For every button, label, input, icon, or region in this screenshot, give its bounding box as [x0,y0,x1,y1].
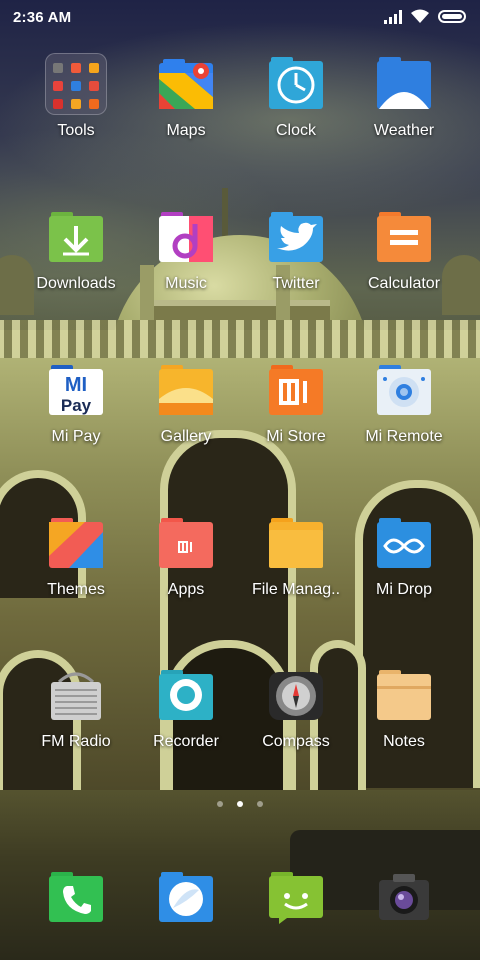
recorder-icon [159,670,213,720]
wifi-icon [411,9,429,23]
calculator-icon [377,212,431,262]
app-label: Twitter [272,275,320,292]
status-time: 2:36 AM [13,9,72,26]
app-compass[interactable]: Compass [241,664,351,774]
compass-icon [269,672,323,720]
camera-icon [379,874,429,920]
mi-drop-icon [377,518,431,568]
app-label: Gallery [160,428,212,445]
app-label: Recorder [153,733,219,750]
twitter-icon [269,212,323,262]
dock-browser[interactable] [131,866,241,936]
file-manager-icon [269,518,323,568]
app-mi-pay[interactable]: MI Pay Mi Pay [21,359,131,469]
tools-folder-icon [45,53,107,115]
app-apps[interactable]: Apps [131,512,241,622]
app-recorder[interactable]: Recorder [131,664,241,774]
app-notes[interactable]: Notes [349,664,459,774]
app-clock[interactable]: Clock [241,53,351,163]
app-maps[interactable]: Maps [131,53,241,163]
downloads-icon [49,212,103,262]
app-weather[interactable]: Weather [349,53,459,163]
mi-pay-icon: MI Pay [49,365,103,415]
app-label: Mi Remote [365,428,443,445]
weather-icon [377,57,431,109]
app-mi-drop[interactable]: Mi Drop [349,512,459,622]
app-file-manager[interactable]: File Manag.. [241,512,351,622]
app-label: FM Radio [41,733,111,750]
maps-icon [159,59,213,109]
phone-icon [49,872,103,922]
dock-messaging[interactable] [241,866,351,936]
app-downloads[interactable]: Downloads [21,206,131,316]
gallery-icon [159,365,213,415]
app-twitter[interactable]: Twitter [241,206,351,316]
app-music[interactable]: Music [131,206,241,316]
app-label: Maps [166,122,206,139]
app-label: Clock [275,122,316,139]
page-dot-active[interactable] [237,801,243,807]
music-icon [159,212,213,262]
battery-icon [438,10,466,23]
svg-text:MI: MI [65,374,87,396]
mi-remote-icon [377,365,431,415]
messaging-icon [269,872,323,924]
app-label: Notes [383,733,425,750]
app-label: Music [165,275,207,292]
themes-icon [49,518,103,568]
app-label: Mi Drop [375,581,432,598]
dock-camera[interactable] [349,866,459,936]
fm-radio-icon [51,672,101,720]
status-bar: 2:36 AM [0,0,480,34]
dock-phone[interactable] [21,866,131,936]
app-mi-store[interactable]: Mi Store [241,359,351,469]
app-gallery[interactable]: Gallery [131,359,241,469]
app-tools[interactable]: Tools [21,53,131,163]
svg-text:Pay: Pay [61,396,92,415]
app-calculator[interactable]: Calculator [349,206,459,316]
apps-icon [159,518,213,568]
app-themes[interactable]: Themes [21,512,131,622]
app-label: Apps [167,581,205,598]
app-label: Mi Store [266,428,326,445]
app-label: Compass [262,733,330,750]
app-label: Calculator [367,275,441,292]
mi-store-icon [269,365,323,415]
app-label: Tools [57,122,95,139]
app-label: Themes [47,581,105,598]
page-dot[interactable] [217,801,223,807]
app-mi-remote[interactable]: Mi Remote [349,359,459,469]
app-fm-radio[interactable]: FM Radio [21,664,131,774]
page-indicator[interactable] [0,801,480,807]
app-label: File Manag.. [251,581,341,598]
app-label: Weather [373,122,435,139]
page-dot[interactable] [257,801,263,807]
signal-icon [384,9,402,24]
notes-icon [377,670,431,720]
app-label: Mi Pay [51,428,101,445]
browser-icon [159,872,213,922]
app-label: Downloads [36,275,116,292]
clock-icon [269,57,323,109]
